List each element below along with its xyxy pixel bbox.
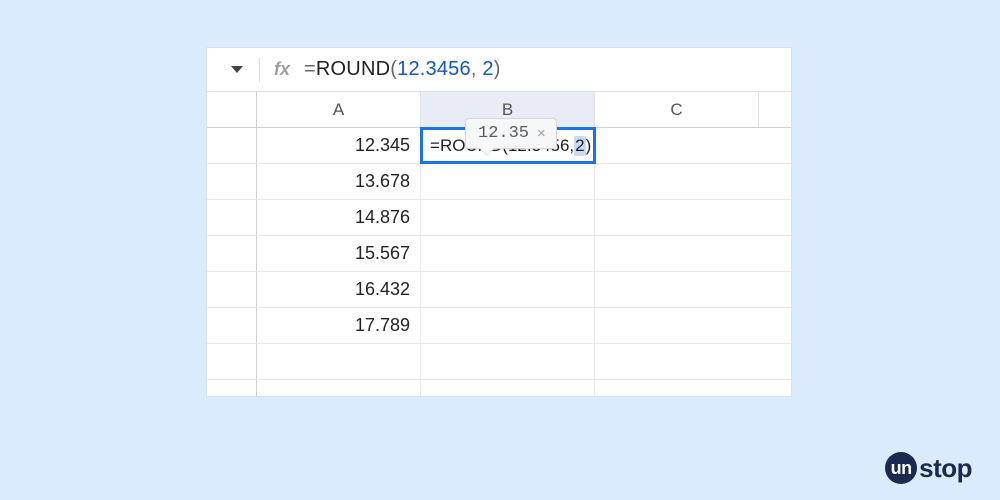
cell-a[interactable]: 17.789 <box>257 308 421 343</box>
close-icon[interactable]: × <box>537 126 546 141</box>
table-row: 13.678 <box>207 164 791 200</box>
cell-a[interactable]: 13.678 <box>257 164 421 199</box>
cell-a[interactable]: 14.876 <box>257 200 421 235</box>
cell-c[interactable] <box>595 380 759 396</box>
row-header[interactable] <box>207 200 257 235</box>
formula-fn: ROUND <box>316 58 390 80</box>
cell-b[interactable] <box>421 236 595 271</box>
table-row <box>207 344 791 380</box>
cell-b[interactable] <box>421 164 595 199</box>
table-row: 17.789 <box>207 308 791 344</box>
spreadsheet-panel: fx =ROUND(12.3456, 2) A B C 12.345 =ROUN… <box>207 48 791 396</box>
cell-b[interactable] <box>421 200 595 235</box>
brand-text: stop <box>919 453 972 484</box>
fx-label: fx <box>274 59 290 80</box>
cell-a[interactable] <box>257 380 421 396</box>
edit-arg2: 2 <box>574 136 585 156</box>
cell-b[interactable] <box>421 308 595 343</box>
col-header-a[interactable]: A <box>257 92 421 127</box>
formula-preview-tooltip: 12.35 × <box>465 118 557 149</box>
cell-a[interactable]: 12.345 <box>257 128 421 163</box>
cell-c[interactable] <box>595 200 759 235</box>
formula-comma: , <box>471 58 477 80</box>
divider <box>259 58 260 82</box>
cell-a[interactable]: 15.567 <box>257 236 421 271</box>
col-header-c[interactable]: C <box>595 92 759 127</box>
brand-circle: un <box>885 452 917 484</box>
table-row: 14.876 <box>207 200 791 236</box>
preview-value: 12.35 <box>478 124 529 143</box>
brand-logo: unstop <box>885 452 972 484</box>
table-row: 15.567 <box>207 236 791 272</box>
edit-equals: = <box>430 136 440 156</box>
cell-b[interactable] <box>421 380 595 396</box>
cell-a[interactable] <box>257 344 421 379</box>
edit-close: ) <box>586 136 592 156</box>
cell-b[interactable] <box>421 272 595 307</box>
table-row <box>207 380 791 396</box>
formula-bar[interactable]: fx =ROUND(12.3456, 2) <box>207 48 791 92</box>
formula-arg2: 2 <box>482 58 493 80</box>
cell-c[interactable] <box>595 272 759 307</box>
row-header[interactable] <box>207 308 257 343</box>
row-header[interactable] <box>207 236 257 271</box>
cell-c[interactable] <box>595 128 759 163</box>
row-header[interactable] <box>207 380 257 396</box>
select-all-corner[interactable] <box>207 92 257 127</box>
table-row: 16.432 <box>207 272 791 308</box>
formula-equals: = <box>304 58 316 80</box>
row-header[interactable] <box>207 128 257 163</box>
cell-c[interactable] <box>595 344 759 379</box>
cell-a[interactable]: 16.432 <box>257 272 421 307</box>
row-header[interactable] <box>207 272 257 307</box>
cell-b[interactable] <box>421 344 595 379</box>
cell-c[interactable] <box>595 308 759 343</box>
formula-input[interactable]: =ROUND(12.3456, 2) <box>304 58 501 81</box>
row-header[interactable] <box>207 164 257 199</box>
cell-c[interactable] <box>595 164 759 199</box>
name-box-chevron-icon[interactable] <box>231 66 243 73</box>
row-header[interactable] <box>207 344 257 379</box>
formula-close-paren: ) <box>494 58 501 80</box>
formula-arg1: 12.3456 <box>397 58 471 80</box>
cell-c[interactable] <box>595 236 759 271</box>
